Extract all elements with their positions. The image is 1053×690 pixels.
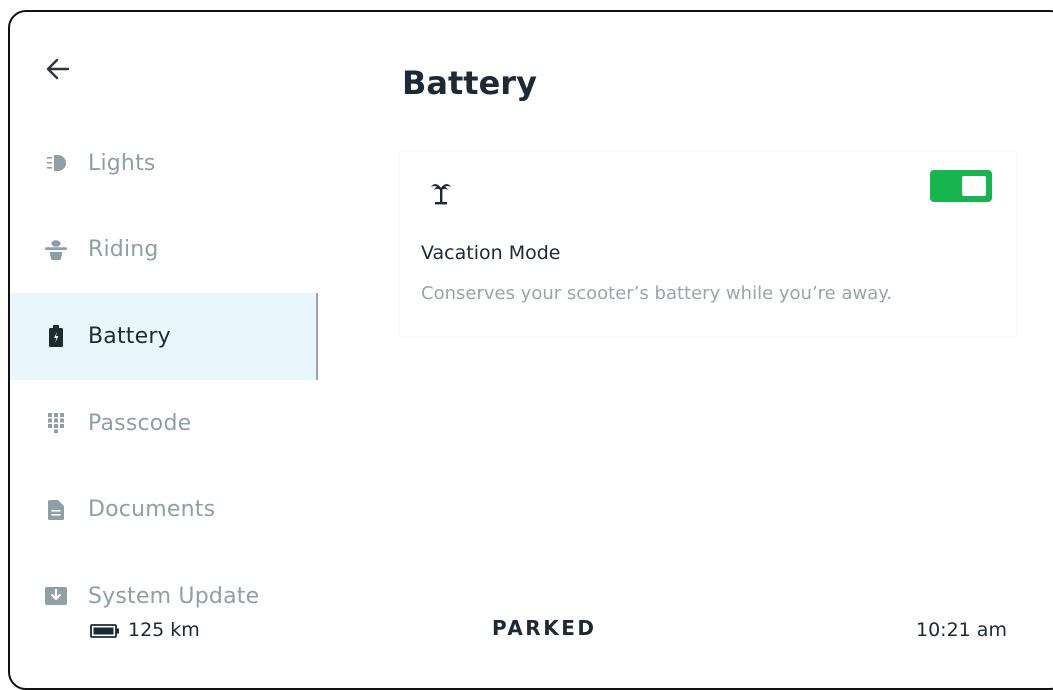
sidebar-item-label: Documents xyxy=(88,497,216,523)
clock: 10:21 am xyxy=(916,619,1007,641)
vacation-mode-title: Vacation Mode xyxy=(421,242,561,264)
sidebar-item-label: Passcode xyxy=(88,410,192,436)
page-title: Battery xyxy=(402,64,537,102)
range-indicator: 125 km xyxy=(90,619,200,641)
back-button[interactable] xyxy=(44,55,72,83)
sidebar-item-passcode[interactable]: Passcode xyxy=(10,380,318,467)
settings-sidebar: Lights Riding Battery Passcode Documents… xyxy=(10,120,318,640)
battery-level-icon xyxy=(90,623,120,638)
sidebar-item-documents[interactable]: Documents xyxy=(10,466,318,553)
sidebar-item-lights[interactable]: Lights xyxy=(10,120,318,207)
keypad-icon xyxy=(44,411,68,435)
sidebar-item-label: System Update xyxy=(88,583,260,609)
rider-icon xyxy=(44,238,68,262)
sidebar-item-riding[interactable]: Riding xyxy=(10,207,318,294)
battery-icon xyxy=(44,324,68,348)
vacation-mode-description: Conserves your scooter’s battery while y… xyxy=(421,283,893,304)
document-icon xyxy=(44,498,68,522)
download-icon xyxy=(44,584,68,608)
vehicle-state: PARKED xyxy=(492,616,597,640)
range-text: 125 km xyxy=(128,619,200,641)
headlight-icon xyxy=(44,151,68,175)
sidebar-item-label: Battery xyxy=(88,323,171,349)
sidebar-item-label: Riding xyxy=(88,237,159,263)
sidebar-item-label: Lights xyxy=(88,150,156,176)
vacation-mode-card: Vacation Mode Conserves your scooter’s b… xyxy=(400,152,1016,336)
sidebar-item-battery[interactable]: Battery xyxy=(10,293,318,380)
palm-tree-icon xyxy=(430,180,452,206)
toggle-knob xyxy=(962,176,986,196)
vacation-mode-toggle[interactable] xyxy=(930,170,992,202)
arrow-left-icon xyxy=(46,58,70,80)
